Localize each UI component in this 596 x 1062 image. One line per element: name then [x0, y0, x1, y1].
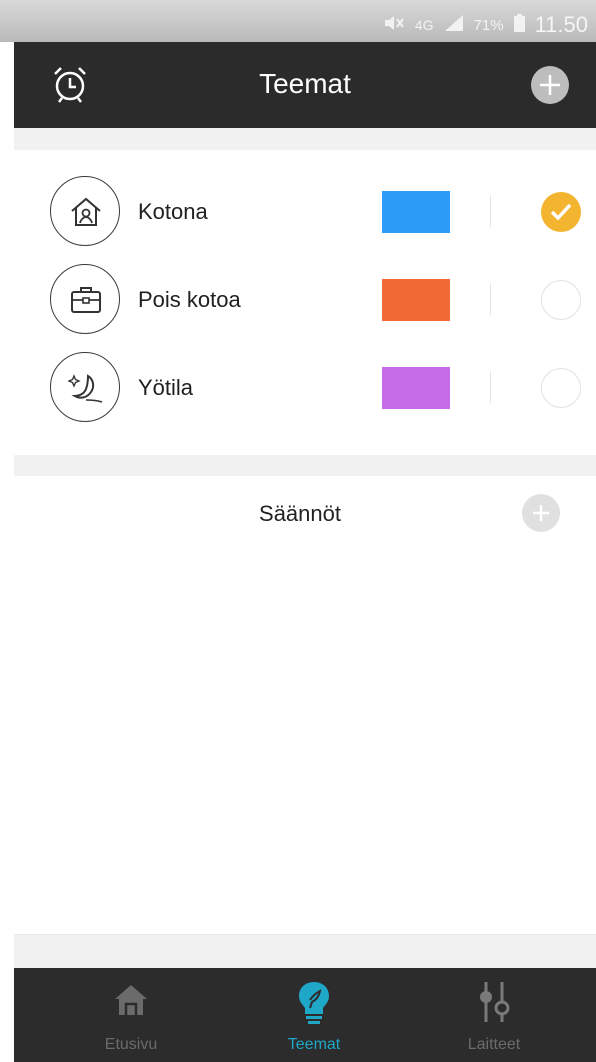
divider — [490, 283, 491, 315]
house-icon — [111, 980, 151, 1025]
theme-icon-badge — [50, 352, 120, 422]
add-theme-button[interactable] — [531, 66, 569, 104]
tab-label: Teemat — [287, 1036, 341, 1053]
add-rule-button[interactable] — [522, 494, 560, 532]
tab-teemat[interactable]: Teemat — [219, 968, 409, 1062]
theme-select-radio[interactable] — [541, 368, 581, 408]
lightbulb-icon — [294, 980, 334, 1029]
theme-label: Yötila — [138, 375, 194, 400]
signal-icon — [444, 14, 464, 37]
theme-color-swatch[interactable] — [382, 191, 450, 233]
briefcase-icon — [71, 287, 101, 313]
network-label: 4G — [414, 17, 434, 33]
sliders-icon — [474, 980, 514, 1029]
moon-icon — [68, 374, 103, 403]
battery-icon — [513, 13, 525, 37]
rules-row[interactable]: Säännöt — [44, 476, 596, 554]
home-icon — [71, 197, 101, 226]
section-divider — [14, 455, 596, 476]
battery-percent: 71% — [473, 16, 504, 34]
status-bar: 4G 71% 11.50 — [0, 0, 596, 42]
clock: 11.50 — [534, 12, 588, 37]
theme-label: Kotona — [138, 199, 208, 224]
theme-icon-badge — [50, 264, 120, 334]
divider — [490, 371, 491, 403]
section-divider — [14, 128, 596, 150]
theme-row-pois-kotoa[interactable]: Pois kotoa — [14, 255, 596, 343]
plus-icon — [533, 505, 549, 521]
theme-color-swatch[interactable] — [382, 279, 450, 321]
bottom-tab-bar: Etusivu Teemat Laitteet — [14, 968, 596, 1062]
rules-label: Säännöt — [259, 501, 341, 526]
checkmark-icon — [550, 203, 572, 221]
tab-etusivu[interactable]: Etusivu — [36, 968, 226, 1062]
tab-label: Etusivu — [104, 1036, 158, 1053]
theme-row-kotona[interactable]: Kotona — [14, 167, 596, 255]
tab-label: Laitteet — [467, 1036, 521, 1053]
section-divider — [14, 934, 596, 968]
theme-list: Kotona Pois kotoa Yötila — [14, 150, 596, 455]
theme-icon-badge — [50, 176, 120, 246]
theme-select-radio[interactable] — [541, 280, 581, 320]
app-bar: Teemat — [14, 42, 596, 128]
theme-row-yotila[interactable]: Yötila — [14, 343, 596, 431]
mute-icon — [383, 14, 405, 37]
theme-select-radio[interactable] — [541, 192, 581, 232]
plus-icon — [540, 75, 560, 95]
page-title: Teemat — [259, 68, 351, 99]
theme-color-swatch[interactable] — [382, 367, 450, 409]
divider — [490, 195, 491, 227]
tab-laitteet[interactable]: Laitteet — [399, 968, 589, 1062]
theme-label: Pois kotoa — [138, 287, 241, 312]
status-icons: 4G 71% 11.50 — [383, 12, 588, 38]
